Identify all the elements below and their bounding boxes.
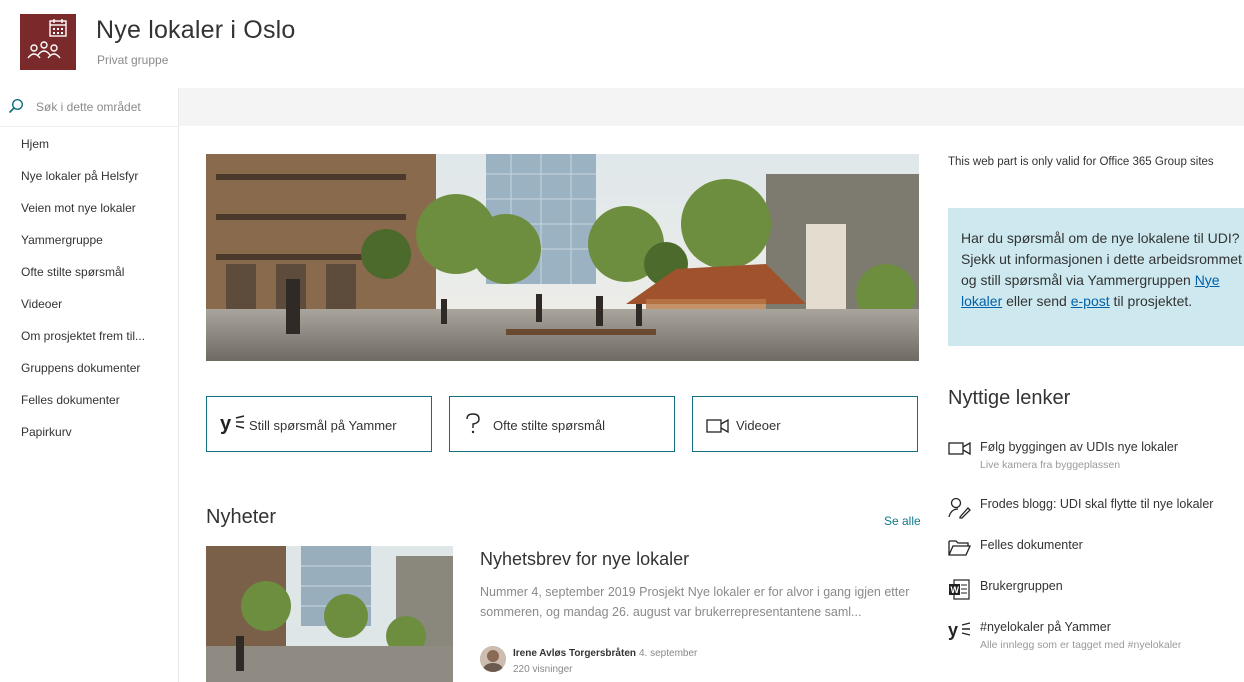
- site-privacy-label: Privat gruppe: [97, 53, 169, 67]
- nav-item-gruppens-dokumenter[interactable]: Gruppens dokumenter: [21, 361, 140, 375]
- site-logo[interactable]: [20, 14, 76, 70]
- nav-item-videoer[interactable]: Videoer: [21, 297, 62, 311]
- useful-link-subtitle: Live kamera fra byggeplassen: [980, 459, 1121, 471]
- group-calendar-icon: [27, 19, 67, 59]
- command-bar: [179, 88, 1244, 126]
- nav-item-hjem[interactable]: Hjem: [21, 137, 49, 151]
- video-icon: [706, 418, 729, 434]
- person-edit-icon: [948, 497, 971, 519]
- quick-link-label: Ofte stilte spørsmål: [493, 418, 605, 433]
- callout-text: Har du spørsmål om de nye lokalene til U…: [961, 228, 1244, 312]
- search-icon: [8, 98, 24, 114]
- person-photo: [480, 646, 506, 672]
- hero-image[interactable]: [206, 154, 919, 361]
- quick-link-videoer[interactable]: Videoer: [692, 396, 918, 452]
- nav-item-helsfyr[interactable]: Nye lokaler på Helsfyr: [21, 169, 138, 183]
- quick-link-label: Still spørsmål på Yammer: [249, 418, 397, 433]
- news-building-image: [206, 546, 453, 682]
- svg-text:y: y: [220, 413, 232, 434]
- nav-item-yammergruppe[interactable]: Yammergruppe: [21, 233, 103, 247]
- quick-link-faq[interactable]: Ofte stilte spørsmål: [449, 396, 675, 452]
- site-title[interactable]: Nye lokaler i Oslo: [96, 16, 296, 45]
- news-date: 4. september: [639, 648, 698, 659]
- quick-link-label: Videoer: [736, 418, 781, 433]
- news-thumbnail[interactable]: [206, 546, 453, 682]
- info-callout: Har du spørsmål om de nye lokalene til U…: [948, 208, 1244, 346]
- useful-link-title: Følg byggingen av UDIs nye lokaler: [980, 440, 1179, 454]
- news-heading: Nyheter: [206, 506, 277, 528]
- search-input[interactable]: Søk i dette området: [36, 100, 141, 114]
- news-title[interactable]: Nyhetsbrev for nye lokaler: [480, 549, 689, 570]
- webpart-validity-note: This web part is only valid for Office 3…: [948, 156, 1214, 168]
- folder-icon: [948, 540, 972, 556]
- search-box[interactable]: Søk i dette området: [0, 88, 178, 127]
- svg-text:W: W: [951, 585, 960, 595]
- site-header: Nye lokaler i Oslo Privat gruppe: [0, 0, 1244, 86]
- useful-link-subtitle: Alle innlegg som er tagget med #nyelokal…: [980, 639, 1182, 651]
- callout-text-part: eller send: [1002, 293, 1071, 309]
- avatar: [480, 646, 506, 672]
- nav-item-om-prosjektet[interactable]: Om prosjektet frem til...: [21, 329, 145, 343]
- useful-link-title: Felles dokumenter: [980, 538, 1083, 552]
- useful-link-title: Frodes blogg: UDI skal flytte til nye lo…: [980, 497, 1214, 511]
- left-navigation: Søk i dette området Hjem Nye lokaler på …: [0, 88, 179, 682]
- news-description: Nummer 4, september 2019 Prosjekt Nye lo…: [480, 585, 910, 619]
- question-icon: [466, 413, 480, 434]
- useful-link-title: #nyelokaler på Yammer: [980, 620, 1111, 634]
- svg-text:y: y: [948, 620, 958, 640]
- video-icon: [948, 441, 971, 456]
- news-author: Irene Avløs Torgersbråten 4. september: [513, 648, 697, 659]
- nav-item-papirkurv[interactable]: Papirkurv: [21, 425, 72, 439]
- see-all-link[interactable]: Se alle: [884, 514, 921, 528]
- nav-item-faq[interactable]: Ofte stilte spørsmål: [21, 265, 124, 279]
- yammer-icon: y: [948, 620, 971, 640]
- e-post-link[interactable]: e-post: [1071, 293, 1110, 309]
- yammer-icon: y: [220, 413, 245, 434]
- building-plaza-illustration: [206, 154, 919, 361]
- nav-item-veien[interactable]: Veien mot nye lokaler: [21, 201, 136, 215]
- useful-link-title: Brukergruppen: [980, 579, 1063, 593]
- word-document-icon: W: [949, 579, 970, 600]
- author-name[interactable]: Irene Avløs Torgersbråten: [513, 648, 636, 659]
- useful-links-heading: Nyttige lenker: [948, 387, 1071, 409]
- news-views: 220 visninger: [513, 664, 573, 675]
- nav-item-felles-dokumenter[interactable]: Felles dokumenter: [21, 393, 120, 407]
- quick-link-yammer[interactable]: y Still spørsmål på Yammer: [206, 396, 432, 452]
- callout-text-part: til prosjektet.: [1109, 293, 1193, 309]
